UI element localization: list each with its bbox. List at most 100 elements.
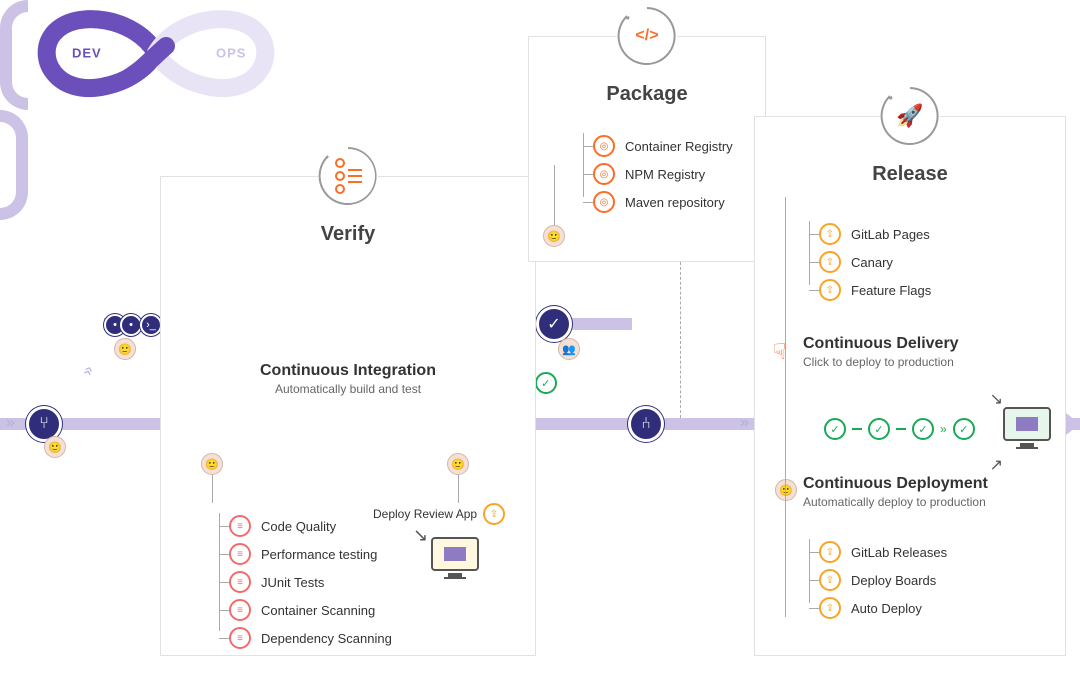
verify-card: Verify Continuous Integration Automatica… — [160, 176, 536, 656]
production-monitor-icon — [1001, 407, 1053, 449]
release-card: 🚀 Release ⇪GitLab Pages ⇪Canary ⇪Feature… — [754, 116, 1066, 656]
code-icon: </> — [635, 27, 658, 45]
release-pipeline-status-row: » — [824, 418, 975, 440]
list-item-label: Maven repository — [625, 195, 725, 210]
rocket-icon: 🚀 — [896, 103, 923, 129]
list-bullet-icon: ≡ — [229, 627, 251, 649]
list-bullet-icon: ◎ — [593, 135, 615, 157]
status-pass-icon — [912, 418, 934, 440]
chevron-right-icon: » — [940, 422, 947, 436]
list-item: ◎ NPM Registry — [593, 163, 733, 185]
list-item-label: Performance testing — [261, 547, 377, 562]
verify-feature-list: ≡ Code Quality ≡ Performance testing ≡ JUni… — [229, 509, 392, 655]
release-bottom-feature-list: ⇪ GitLab Releases ⇪ Deploy Boards ⇪ Auto De… — [819, 535, 947, 625]
list-item-label: Feature Flags — [851, 283, 931, 298]
connector-line — [212, 475, 213, 503]
package-title: Package — [529, 83, 765, 106]
continuous-integration-subtitle: Automatically build and test — [161, 382, 535, 396]
status-pass-icon — [953, 418, 975, 440]
list-item: ≡ Code Quality — [229, 515, 392, 537]
loop-ops-label: OPS — [216, 46, 246, 61]
list-bullet-icon: ⇪ — [819, 569, 841, 591]
pipeline-end-arrow-icon — [1066, 413, 1080, 435]
continuous-delivery-subtitle: Click to deploy to production — [803, 355, 959, 369]
connector-line — [785, 197, 786, 617]
list-item: ⇪ GitLab Pages — [819, 223, 931, 245]
list-bullet-icon: ⇪ — [819, 597, 841, 619]
chevron-up-icon: » — [78, 364, 98, 379]
list-bullet-icon: ≡ — [229, 515, 251, 537]
avatar-icon: 🙂 — [543, 225, 565, 247]
package-feature-list: ◎ Container Registry ◎ NPM Registry ◎ Maven… — [593, 129, 733, 219]
list-bullet-icon: ⇪ — [819, 251, 841, 273]
list-bullet-icon: ⇪ — [819, 223, 841, 245]
dashed-arrow-icon: ↗︎ — [990, 455, 1003, 475]
devops-loop-logo: DEV OPS — [16, 8, 296, 98]
continuous-integration-title: Continuous Integration — [161, 362, 535, 380]
list-bullet-icon: ≡ — [229, 543, 251, 565]
list-item-label: Deploy Boards — [851, 573, 936, 588]
list-item-label: JUnit Tests — [261, 575, 324, 590]
commit-node-icon: ›_ — [140, 314, 162, 336]
list-item: ≡ Performance testing — [229, 543, 392, 565]
continuous-delivery-block: Continuous Delivery Click to deploy to p… — [803, 335, 959, 369]
list-bullet-icon: ≡ — [229, 571, 251, 593]
continuous-delivery-title: Continuous Delivery — [803, 335, 959, 353]
list-item-label: Container Registry — [625, 139, 733, 154]
merge-node-icon: ⑃ — [628, 406, 664, 442]
avatar-icon: 🙂 — [447, 453, 469, 475]
avatar-pair-icon: 👥 — [558, 338, 580, 360]
list-item: ⇪ Deploy Boards — [819, 569, 947, 591]
connector-line — [458, 475, 459, 503]
commit-node-icon: • — [120, 314, 142, 336]
verify-title: Verify — [161, 223, 535, 246]
list-item-label: GitLab Pages — [851, 227, 930, 242]
connector-line — [554, 165, 555, 225]
status-pass-icon — [868, 418, 890, 440]
verify-head-icon — [313, 141, 383, 211]
avatar-icon: 🙂 — [44, 436, 66, 458]
status-pass-icon — [535, 372, 557, 394]
deploy-review-app-label: Deploy Review App ⇪ — [373, 503, 505, 525]
package-card: </> Package ◎Container Registry ◎NPM Reg… — [528, 36, 766, 262]
list-item-label: Dependency Scanning — [261, 631, 392, 646]
list-bullet-icon: ⇪ — [819, 279, 841, 301]
chevron-right-icon: » — [6, 414, 15, 432]
list-item-label: Container Scanning — [261, 603, 375, 618]
deploy-icon: ⇪ — [483, 503, 505, 525]
list-bullet-icon: ◎ — [593, 191, 615, 213]
review-app-monitor-icon — [429, 537, 481, 579]
package-head-icon: </> — [612, 1, 682, 71]
chevron-right-icon: » — [740, 414, 749, 432]
dashed-arrow-icon: ↘︎ — [990, 389, 1003, 409]
list-item: ⇪ GitLab Releases — [819, 541, 947, 563]
list-item-label: NPM Registry — [625, 167, 705, 182]
list-item: ≡ JUnit Tests — [229, 571, 392, 593]
status-pass-icon — [824, 418, 846, 440]
list-item: ◎ Maven repository — [593, 191, 733, 213]
release-top-feature-list: ⇪ GitLab Pages ⇪ Canary ⇪ Feature Flags — [819, 217, 931, 307]
list-item: ⇪ Feature Flags — [819, 279, 931, 301]
list-item: ≡ Container Scanning — [229, 599, 392, 621]
list-item-label: Code Quality — [261, 519, 336, 534]
list-item-label: GitLab Releases — [851, 545, 947, 560]
release-title: Release — [755, 163, 1065, 186]
continuous-deployment-subtitle: Automatically deploy to production — [803, 495, 988, 509]
avatar-icon: 🙂 — [114, 338, 136, 360]
list-item-label: Auto Deploy — [851, 601, 922, 616]
list-item-label: Canary — [851, 255, 893, 270]
list-bullet-icon: ≡ — [229, 599, 251, 621]
continuous-deployment-block: Continuous Deployment Automatically depl… — [803, 475, 988, 509]
list-bullet-icon: ⇪ — [819, 541, 841, 563]
branch-check-node-icon: ✓ — [536, 306, 572, 342]
pipeline-branch-right-arc — [0, 110, 28, 220]
list-item: ⇪ Canary — [819, 251, 931, 273]
loop-dev-label: DEV — [72, 46, 102, 61]
avatar-icon: 🙂 — [201, 453, 223, 475]
list-bullet-icon: ◎ — [593, 163, 615, 185]
list-item: ⇪ Auto Deploy — [819, 597, 947, 619]
release-head-icon: 🚀 — [875, 81, 945, 151]
continuous-deployment-title: Continuous Deployment — [803, 475, 988, 493]
list-item: ≡ Dependency Scanning — [229, 627, 392, 649]
list-item: ◎ Container Registry — [593, 135, 733, 157]
